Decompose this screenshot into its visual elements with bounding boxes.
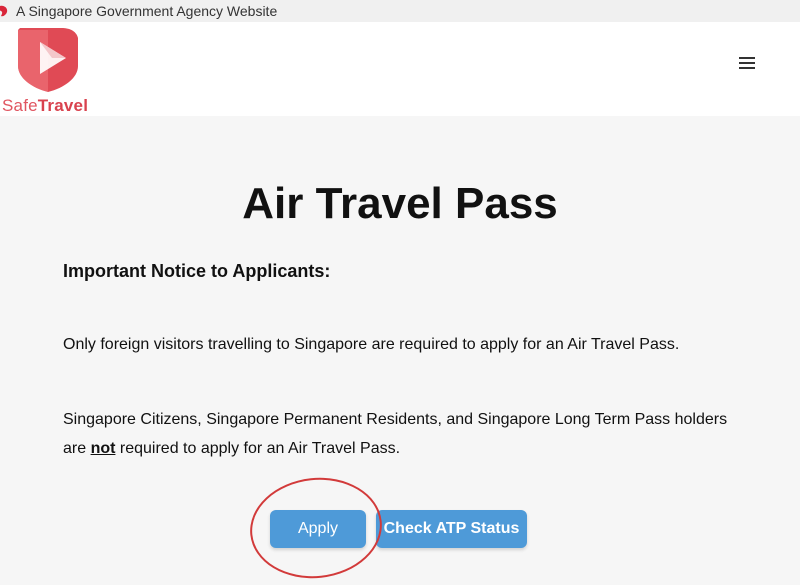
emphasis-not: not [90,440,116,457]
shield-play-icon [18,28,78,92]
hamburger-menu-icon[interactable] [739,57,755,71]
menu-bar [739,67,755,69]
page-title: Air Travel Pass [242,179,558,228]
logo-safe-text: Safe [2,96,38,115]
exempt-line-1: Singapore Citizens, Singapore Permanent … [63,411,728,428]
gov-banner-text: A Singapore Government Agency Website [16,3,278,19]
apply-button[interactable]: Apply [270,510,366,548]
notice-paragraph-foreign-visitors: Only foreign visitors travelling to Sing… [63,336,680,353]
lion-head-icon [0,5,8,17]
check-atp-status-button[interactable]: Check ATP Status [376,510,527,548]
logo-wordmark: SafeTravel [2,96,88,116]
safetravel-logo[interactable]: SafeTravel [2,26,92,116]
exempt-line-2-pre: are [63,440,91,457]
notice-heading: Important Notice to Applicants: [63,261,331,281]
menu-bar [739,57,755,59]
site-header: SafeTravel [0,22,800,116]
logo-travel-text: Travel [37,96,89,115]
menu-bar [739,62,755,64]
exempt-line-2-post: required to apply for an Air Travel Pass… [115,440,401,457]
notice-paragraph-exempt: Singapore Citizens, Singapore Permanent … [63,405,783,463]
gov-banner: A Singapore Government Agency Website [0,0,800,22]
